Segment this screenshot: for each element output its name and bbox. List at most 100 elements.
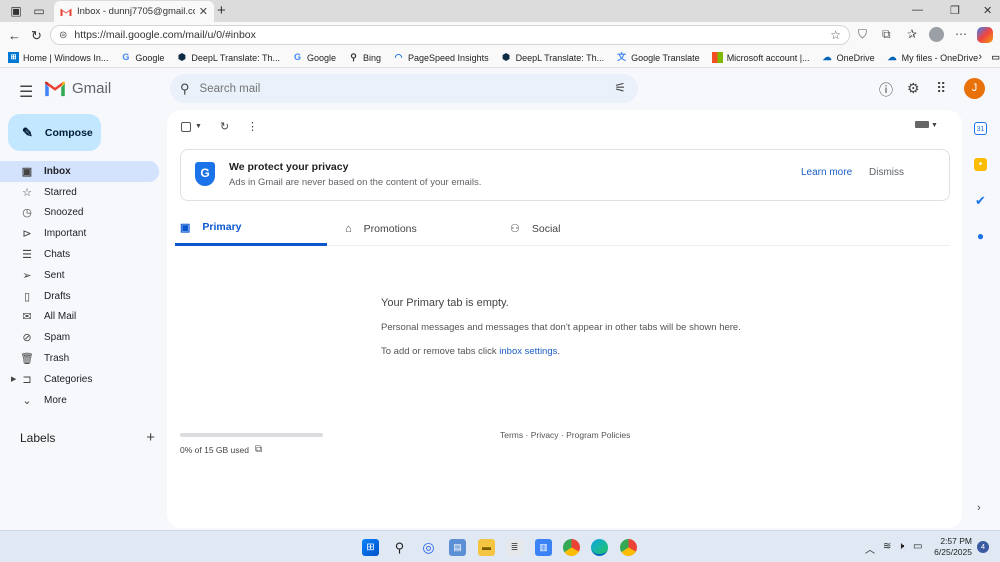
start-windows-icon[interactable]: ⊞: [362, 539, 379, 556]
new-tab-button[interactable]: +: [217, 2, 226, 19]
notepad-icon[interactable]: ≣: [506, 539, 523, 556]
minimize-icon[interactable]: —: [912, 4, 923, 16]
refresh-icon[interactable]: ↻: [31, 28, 42, 44]
select-dropdown-icon[interactable]: ▼: [195, 123, 202, 130]
sidebar-item-categories[interactable]: ▶ ⊐ Categories: [0, 369, 160, 390]
more-options-icon[interactable]: ⋮: [247, 120, 258, 133]
calendar-icon[interactable]: 31: [974, 122, 987, 135]
chevron-right-icon[interactable]: ›: [977, 502, 981, 514]
sidebar-item-snoozed[interactable]: ◷ Snoozed: [0, 203, 160, 224]
contacts-icon[interactable]: ●: [974, 230, 987, 243]
file-explorer-icon[interactable]: ▬: [478, 539, 495, 556]
edge-icon[interactable]: [591, 539, 608, 556]
expand-caret-icon[interactable]: ▶: [11, 375, 16, 383]
chat-icon: ☰: [22, 249, 32, 262]
url-text[interactable]: https://mail.google.com/mail/u/0/#inbox: [74, 29, 256, 41]
compose-button[interactable]: ✎ Compose: [8, 114, 101, 151]
sidebar-item-all-mail[interactable]: ✉ All Mail: [0, 307, 160, 328]
search-icon[interactable]: ⚲: [391, 539, 408, 556]
sidebar-item-chats[interactable]: ☰ Chats: [0, 244, 160, 265]
back-arrow-icon[interactable]: ←: [8, 28, 21, 43]
storage-text: 0% of 15 GB used: [180, 444, 249, 455]
bookmark-item[interactable]: ⊞ Home | Windows In...: [8, 52, 108, 63]
copilot-icon[interactable]: [977, 27, 993, 43]
bookmark-item[interactable]: ◠ PageSpeed Insights: [393, 52, 489, 63]
widgets-icon[interactable]: ▤: [449, 539, 466, 556]
bookmark-item[interactable]: Microsoft account |...: [711, 52, 810, 63]
bookmark-item[interactable]: G Google: [292, 52, 336, 63]
external-link-icon[interactable]: ⧉: [255, 444, 262, 455]
sidebar-item-important[interactable]: ⊳ Important: [0, 223, 160, 244]
favorite-star-icon[interactable]: ☆: [830, 28, 841, 42]
sidebar-item-inbox[interactable]: ▣ Inbox: [0, 161, 159, 182]
settings-gear-icon[interactable]: ⚙: [907, 80, 920, 97]
search-icon[interactable]: ⚲: [180, 81, 190, 97]
sidebar-item-spam[interactable]: ⊘ Spam: [0, 327, 160, 348]
chrome-icon[interactable]: [620, 539, 637, 556]
site-info-icon[interactable]: ⊜: [59, 30, 67, 41]
search-bar[interactable]: ⚲ ⚟: [170, 74, 638, 103]
bookmark-item[interactable]: 文 Google Translate: [616, 52, 700, 63]
create-label-icon[interactable]: +: [146, 429, 155, 446]
select-all-checkbox[interactable]: [181, 122, 191, 132]
tab-social[interactable]: ⚇ Social: [505, 211, 657, 246]
volume-muted-icon[interactable]: 🕨: [898, 541, 904, 552]
input-tools-icon[interactable]: [915, 121, 929, 128]
sidebar-nav: ▣ Inbox ☆ Starred ◷ Snoozed ⊳ Important ☰ Cha…: [0, 161, 160, 411]
bookmark-item[interactable]: ⚲ Bing: [348, 52, 381, 63]
search-options-icon[interactable]: ⚟: [614, 80, 626, 96]
show-hidden-icons-icon[interactable]: ︿: [865, 541, 875, 556]
sidebar-item-starred[interactable]: ☆ Starred: [0, 182, 160, 203]
help-icon[interactable]: ⓘ: [879, 80, 893, 100]
keep-icon[interactable]: •: [974, 158, 987, 171]
browser-profile-icon[interactable]: [929, 27, 944, 42]
browser-tab-gmail[interactable]: Inbox - dunnj7705@gmail.com - G ✕: [54, 1, 214, 22]
sidebar-item-drafts[interactable]: ▯ Drafts: [0, 286, 160, 307]
tasks-icon[interactable]: ✔: [974, 194, 987, 207]
battery-icon[interactable]: ▭: [913, 541, 922, 552]
side-panel: 31 • ✔ ● ›: [962, 68, 1000, 530]
dismiss-button[interactable]: Dismiss: [869, 167, 904, 178]
gmail-logo[interactable]: Gmail: [44, 80, 111, 97]
chevron-right-icon[interactable]: ›: [978, 51, 982, 63]
chrome-icon[interactable]: [563, 539, 580, 556]
system-clock[interactable]: 2:57 PM 6/25/2025: [930, 536, 972, 558]
apps-grid-icon[interactable]: ⠿: [936, 80, 946, 97]
inbox-settings-link[interactable]: inbox settings: [499, 346, 557, 357]
wifi-icon[interactable]: ≋: [883, 541, 891, 552]
bookmark-item[interactable]: ▭WD: [990, 52, 1000, 63]
bookmark-item[interactable]: ⬢ DeepL Translate: Th...: [176, 52, 280, 63]
workspaces-icon[interactable]: ▣: [9, 4, 23, 18]
browser-essentials-icon[interactable]: ⛉: [858, 27, 867, 42]
close-tab-icon[interactable]: ✕: [199, 5, 208, 18]
sidebar-item-more[interactable]: ⌄ More: [0, 390, 160, 411]
bookmark-item[interactable]: ☁ My files - OneDrive: [887, 52, 979, 63]
sidebar-item-trash[interactable]: 🗑 Trash: [0, 348, 160, 369]
extensions-icon[interactable]: ⧉: [882, 27, 891, 42]
maximize-icon[interactable]: ❐: [950, 4, 960, 17]
close-window-icon[interactable]: ✕: [983, 4, 992, 17]
storage-meter: 0% of 15 GB used ⧉: [180, 433, 323, 455]
learn-more-link[interactable]: Learn more: [801, 167, 852, 178]
bookmark-item[interactable]: ☁ OneDrive: [822, 52, 875, 63]
footer-links[interactable]: Terms · Privacy · Program Policies: [500, 430, 630, 440]
bookmark-item[interactable]: G Google: [120, 52, 164, 63]
tab-actions-icon[interactable]: ▭: [32, 4, 46, 18]
favorites-icon[interactable]: ✰: [907, 27, 917, 41]
more-menu-icon[interactable]: ⋯: [955, 27, 967, 41]
app-icon[interactable]: ▥: [535, 539, 552, 556]
microsoft-icon: [711, 52, 723, 63]
notification-badge[interactable]: 4: [977, 541, 989, 553]
empty-state: Your Primary tab is empty. Personal mess…: [381, 297, 781, 357]
copilot-app-icon[interactable]: ◎: [420, 539, 437, 556]
sidebar-item-sent[interactable]: ➢ Sent: [0, 265, 160, 286]
input-tools-dropdown-icon[interactable]: ▼: [931, 122, 938, 129]
address-bar[interactable]: ⊜ https://mail.google.com/mail/u/0/#inbo…: [50, 25, 850, 45]
search-input[interactable]: [199, 82, 580, 95]
tab-promotions[interactable]: ⌂ Promotions: [340, 211, 492, 246]
bookmark-item[interactable]: ⬢ DeepL Translate: Th...: [501, 52, 604, 63]
main-menu-icon[interactable]: ☰: [19, 82, 33, 102]
refresh-icon[interactable]: ↻: [220, 120, 229, 133]
tab-primary[interactable]: ▣ Primary: [175, 211, 327, 246]
google-icon: G: [293, 52, 301, 62]
